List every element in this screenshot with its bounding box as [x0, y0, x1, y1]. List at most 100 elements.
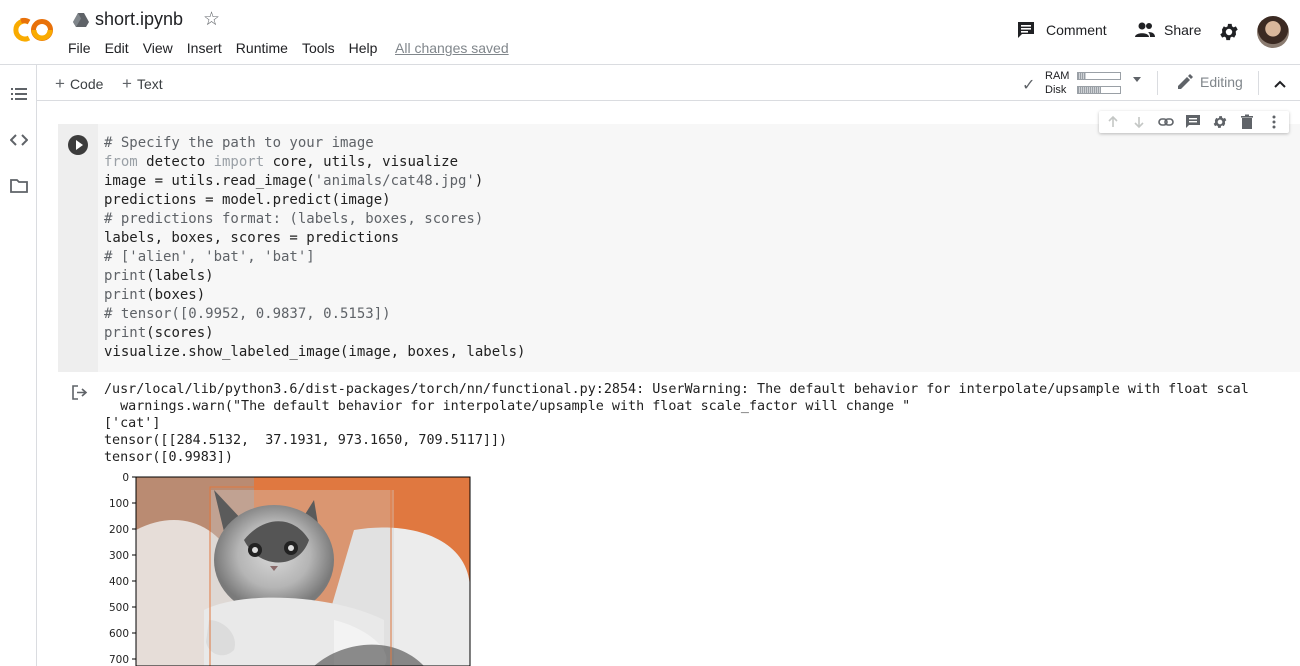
link-icon[interactable] — [1158, 114, 1174, 130]
arrow-up-icon[interactable] — [1105, 114, 1121, 130]
code-token: print — [104, 325, 147, 341]
code-token: (scores) — [146, 325, 214, 341]
cell-toolbar — [1099, 111, 1289, 133]
y-axis: 0 100 200 300 400 500 600 700 — [109, 472, 136, 666]
drive-icon — [73, 13, 89, 27]
menu-edit[interactable]: Edit — [105, 40, 129, 56]
y-tick-label: 600 — [109, 628, 129, 640]
y-tick-label: 200 — [109, 524, 129, 536]
menu-view[interactable]: View — [143, 40, 173, 56]
code-line: # ['alien', 'bat', 'bat'] — [104, 248, 315, 267]
header: short.ipynb ☆ File Edit View Insert Runt… — [0, 0, 1300, 65]
toolbar-divider — [1157, 71, 1158, 95]
menu-tools[interactable]: Tools — [302, 40, 335, 56]
code-line: visualize.show_labeled_image(image, boxe… — [104, 343, 525, 362]
pencil-icon — [1178, 74, 1193, 89]
disk-bar-fill — [1078, 87, 1102, 93]
menu-runtime[interactable]: Runtime — [236, 40, 288, 56]
labeled-image-plot: 0 100 200 300 400 500 600 700 — [109, 472, 471, 666]
code-token: ) — [474, 173, 484, 189]
plus-icon: + — [55, 74, 65, 93]
people-icon — [1135, 22, 1155, 37]
code-line: print(scores) — [104, 324, 214, 343]
ram-bar — [1077, 72, 1121, 80]
folder-icon[interactable] — [10, 177, 28, 195]
menu-insert[interactable]: Insert — [187, 40, 222, 56]
save-status-link[interactable]: All changes saved — [395, 40, 509, 56]
run-cell-button[interactable] — [68, 135, 88, 155]
chevron-down-icon[interactable] — [1133, 77, 1141, 82]
editing-mode-button[interactable]: Editing — [1176, 73, 1243, 91]
comment-icon — [1018, 22, 1034, 38]
left-rail — [0, 65, 37, 666]
y-tick-label: 100 — [109, 498, 129, 510]
output-boxes: tensor([[284.5132, 37.1931, 973.1650, 70… — [104, 433, 508, 448]
output-icon[interactable] — [71, 384, 88, 401]
code-token: image = utils.read_image( — [104, 173, 315, 189]
y-tick-label: 700 — [109, 654, 129, 666]
code-snippets-icon[interactable] — [10, 131, 28, 149]
menu-help[interactable]: Help — [349, 40, 378, 56]
code-line: predictions = model.predict(image) — [104, 191, 391, 210]
ram-label: RAM — [1045, 70, 1070, 82]
share-label: Share — [1164, 22, 1202, 38]
disk-label: Disk — [1045, 84, 1067, 96]
add-text-button[interactable]: + Text — [122, 74, 163, 94]
user-avatar[interactable] — [1257, 16, 1289, 48]
code-line: print(labels) — [104, 267, 214, 286]
y-tick-label: 300 — [109, 550, 129, 562]
editing-label: Editing — [1200, 74, 1243, 90]
comment-label: Comment — [1046, 22, 1107, 38]
code-token: (labels) — [146, 268, 214, 284]
code-token: print — [104, 287, 147, 303]
table-of-contents-icon[interactable] — [10, 85, 28, 103]
code-token: visualize.show_labeled_image(image, boxe… — [104, 344, 526, 360]
code-token: detecto — [137, 154, 214, 170]
add-code-label: Code — [69, 76, 104, 92]
code-line: image = utils.read_image('animals/cat48.… — [104, 172, 483, 191]
star-icon[interactable]: ☆ — [203, 10, 220, 30]
code-line: # tensor([0.9952, 0.9837, 0.5153]) — [104, 305, 391, 324]
code-token: predictions = model.predict(image) — [104, 192, 391, 208]
code-line: from detecto import core, utils, visuali… — [104, 153, 458, 172]
notebook-toolbar: + Code + Text ✓ RAM Disk Editing — [37, 65, 1300, 101]
add-text-label: Text — [136, 76, 163, 92]
output-scores: tensor([0.9983]) — [104, 450, 233, 465]
trash-icon[interactable] — [1239, 114, 1255, 130]
code-token: print — [104, 268, 147, 284]
output-warning-call: warnings.warn("The default behavior for … — [104, 399, 911, 414]
code-token: (boxes) — [146, 287, 206, 303]
photo — [136, 477, 470, 666]
code-token: labels, boxes, scores = predictions — [104, 230, 400, 246]
y-tick-label: 0 — [122, 472, 129, 484]
settings-gear-icon[interactable] — [1218, 21, 1240, 43]
disk-bar — [1077, 86, 1121, 94]
toolbar-divider — [1258, 71, 1259, 95]
output-labels: ['cat'] — [104, 416, 161, 431]
cell-gutter — [58, 124, 98, 372]
add-code-button[interactable]: + Code — [55, 74, 103, 94]
document-title[interactable]: short.ipynb — [95, 9, 183, 30]
code-token: # predictions format: (labels, boxes, sc… — [104, 211, 484, 227]
code-token: core, utils, visualize — [264, 154, 459, 170]
menu-bar: File Edit View Insert Runtime Tools Help — [68, 40, 391, 56]
share-button[interactable]: Share — [1134, 20, 1201, 40]
comment-icon[interactable] — [1185, 114, 1201, 130]
chevron-up-icon[interactable] — [1272, 76, 1288, 92]
settings-gear-icon[interactable] — [1212, 114, 1228, 130]
code-line: # Specify the path to your image — [104, 134, 374, 153]
code-token: import — [213, 154, 265, 170]
resources-indicator[interactable]: ✓ RAM Disk — [1022, 69, 1142, 97]
code-line: labels, boxes, scores = predictions — [104, 229, 399, 248]
y-tick-label: 500 — [109, 602, 129, 614]
code-token: # ['alien', 'bat', 'bat'] — [104, 249, 315, 265]
comment-button[interactable]: Comment — [1016, 20, 1107, 40]
code-token: # tensor([0.9952, 0.9837, 0.5153]) — [104, 306, 391, 322]
code-token: # Specify the path to your image — [104, 135, 374, 151]
code-token: from — [104, 154, 138, 170]
more-vert-icon[interactable] — [1266, 114, 1282, 130]
colab-logo[interactable] — [10, 14, 56, 46]
check-icon: ✓ — [1022, 77, 1036, 94]
arrow-down-icon[interactable] — [1131, 114, 1147, 130]
menu-file[interactable]: File — [68, 40, 91, 56]
